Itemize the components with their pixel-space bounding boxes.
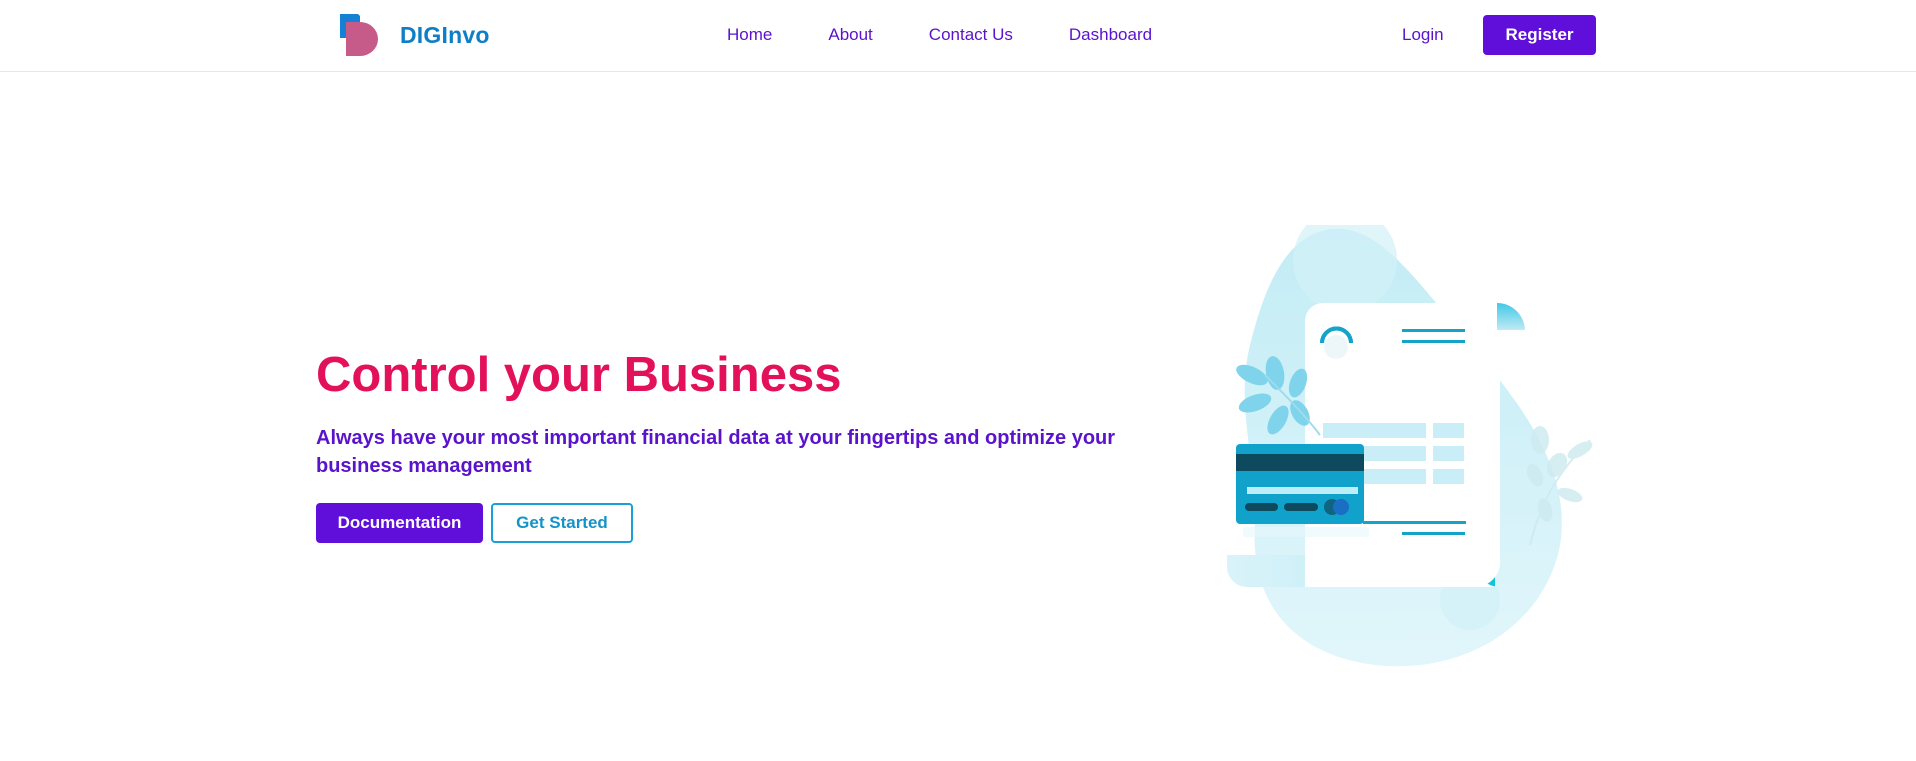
- nav-home[interactable]: Home: [727, 23, 772, 47]
- nav-about[interactable]: About: [828, 23, 872, 47]
- nav-contact-us[interactable]: Contact Us: [929, 23, 1013, 47]
- brand-link[interactable]: DIGInvo: [338, 14, 490, 56]
- navbar: DIGInvo Home About Contact Us Dashboard …: [0, 0, 1916, 72]
- invoice-card-illustration: [1227, 225, 1593, 667]
- get-started-button[interactable]: Get Started: [491, 503, 633, 543]
- hero-subtitle: Always have your most important financia…: [316, 427, 1116, 477]
- login-link[interactable]: Login: [1402, 23, 1444, 47]
- main-nav: Home About Contact Us Dashboard: [727, 23, 1152, 47]
- documentation-button[interactable]: Documentation: [316, 503, 483, 543]
- brand-name: DIGInvo: [400, 21, 490, 48]
- d-logo-icon: [340, 14, 378, 56]
- hero-title: Control your Business: [316, 348, 842, 402]
- register-button[interactable]: Register: [1483, 15, 1596, 55]
- nav-dashboard[interactable]: Dashboard: [1069, 23, 1152, 47]
